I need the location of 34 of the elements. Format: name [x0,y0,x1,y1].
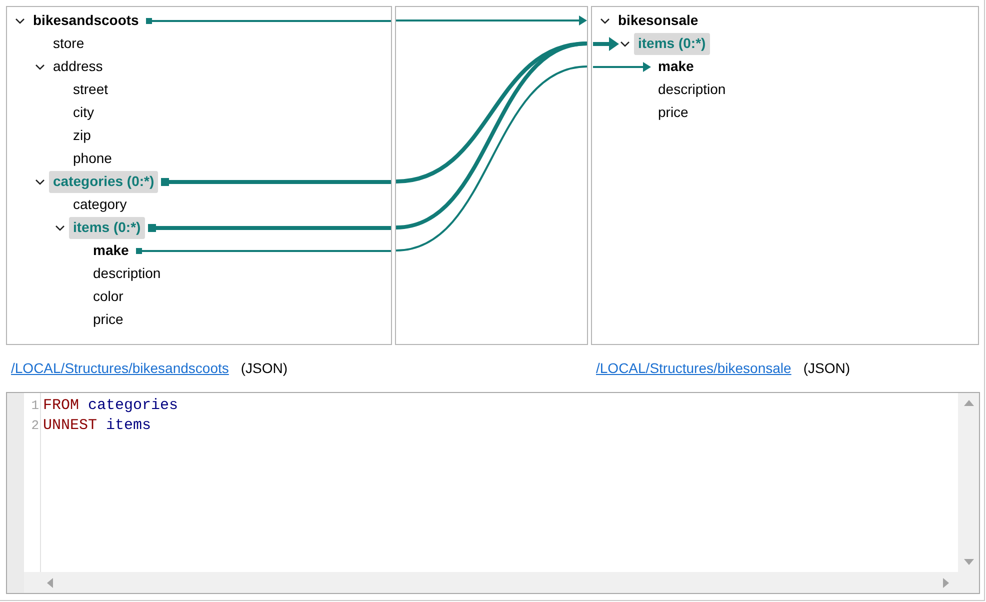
tree-item[interactable]: items (0:*) [69,216,145,238]
tree-item[interactable]: make [654,56,698,78]
file-path-link[interactable]: /LOCAL/Structures/bikesonsale [596,358,792,379]
chevron-down-icon[interactable] [600,18,610,24]
chevron-down-icon[interactable] [55,224,65,230]
tree-item[interactable]: address [49,56,107,78]
code-line: UNNEST items [43,416,152,436]
tree-item[interactable]: zip [69,124,95,146]
tree-item[interactable]: phone [69,148,116,170]
tree-item[interactable]: bikesonsale [614,10,702,32]
tree-item[interactable]: categories (0:*) [49,170,158,192]
tree-item[interactable]: make [89,240,133,262]
chevron-down-icon[interactable] [35,64,45,70]
chevron-down-icon[interactable] [35,178,45,184]
tree-item[interactable]: category [69,194,131,216]
tree-item[interactable]: items (0:*) [634,32,710,54]
chevron-down-icon[interactable] [15,18,25,24]
tree-item[interactable]: bikesandscoots [29,10,143,32]
tree-item[interactable]: description [89,262,165,284]
tree-item[interactable]: street [69,78,112,100]
tree-item[interactable]: description [654,78,730,100]
line-number: 2 [31,417,39,435]
tree-item[interactable]: price [654,102,692,124]
tree-item[interactable]: store [49,32,88,54]
tree-item[interactable]: price [89,308,128,330]
line-number: 1 [31,397,39,415]
file-path-link[interactable]: /LOCAL/Structures/bikesandscoots [11,358,229,379]
format-label: (JSON) [240,359,288,378]
format-label: (JSON) [803,359,850,378]
chevron-down-icon[interactable] [620,40,630,46]
code-editor[interactable]: 1 2 FROM categories UNNEST items [6,392,980,594]
tree-item[interactable]: city [69,102,98,124]
code-line: FROM categories [43,396,178,416]
tree-item[interactable]: color [89,286,128,308]
